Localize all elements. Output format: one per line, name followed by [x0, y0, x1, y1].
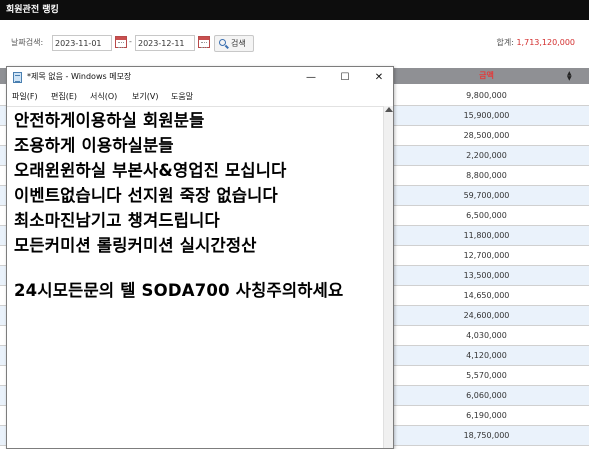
notepad-title: *제목 없음 - Windows 메모장	[27, 72, 132, 81]
search-button[interactable]: 검색	[214, 35, 254, 52]
amount-cell: 12,700,000	[463, 251, 510, 260]
amount-cell: 13,500,000	[463, 271, 510, 280]
amount-cell: 2,200,000	[466, 151, 507, 160]
filter-bar: 날짜검색: 2023-11-01 - 2023-12-11 검색 합계: 1,7…	[0, 20, 589, 68]
date-separator: -	[129, 37, 132, 46]
amount-cell: 15,900,000	[463, 111, 510, 120]
date-search-label: 날짜검색:	[11, 38, 44, 47]
search-icon	[219, 39, 226, 46]
amount-cell: 6,190,000	[466, 411, 507, 420]
maximize-button[interactable]: ☐	[329, 67, 361, 88]
end-date-input[interactable]: 2023-12-11	[135, 35, 195, 51]
amount-cell: 59,700,000	[463, 191, 510, 200]
text-line: 모든커미션 롤링커미션 실시간정산	[14, 236, 257, 255]
menu-file[interactable]: 파일(F)	[12, 91, 38, 102]
calendar-icon[interactable]	[198, 36, 210, 48]
text-line: 오래윈윈하실 부본사&영업진 모십니다	[14, 161, 287, 180]
amount-cell: 11,800,000	[463, 231, 510, 240]
amount-cell: 28,500,000	[463, 131, 510, 140]
notepad-scrollbar[interactable]	[383, 106, 393, 448]
start-date-input[interactable]: 2023-11-01	[52, 35, 112, 51]
amount-cell: 8,800,000	[466, 171, 507, 180]
sort-icon[interactable]: ▲ ▼	[567, 71, 572, 82]
amount-column-header[interactable]: 금액	[395, 68, 578, 84]
amount-cell: 14,650,000	[463, 291, 510, 300]
amount-cell: 4,120,000	[466, 351, 507, 360]
search-button-label: 검색	[231, 39, 246, 48]
total-label: 합계:	[496, 38, 514, 47]
total-summary: 합계: 1,713,120,000	[497, 37, 576, 48]
menu-help[interactable]: 도움말	[171, 91, 193, 102]
close-button[interactable]: ✕	[363, 67, 395, 88]
text-line: 안전하게이용하실 회원분들	[14, 111, 205, 130]
text-line: 조용하게 이용하실분들	[14, 136, 174, 155]
amount-cell: 6,500,000	[466, 211, 507, 220]
amount-cell: 4,030,000	[466, 331, 507, 340]
menu-format[interactable]: 서식(O)	[90, 91, 117, 102]
notepad-window[interactable]: *제목 없음 - Windows 메모장 — ☐ ✕ 파일(F) 편집(E) 서…	[6, 66, 394, 449]
amount-cell: 5,570,000	[466, 371, 507, 380]
amount-cell: 18,750,000	[463, 431, 510, 440]
text-line: 24시모든문의 텔 SODA700 사칭주의하세요	[14, 281, 344, 300]
notepad-app-icon	[13, 72, 22, 83]
text-line: 이벤트없습니다 선지원 죽장 없습니다	[14, 186, 278, 205]
amount-cell: 24,600,000	[463, 311, 510, 320]
scroll-up-icon[interactable]	[385, 107, 393, 112]
menu-edit[interactable]: 편집(E)	[51, 91, 77, 102]
notepad-titlebar[interactable]: *제목 없음 - Windows 메모장 — ☐ ✕	[7, 67, 393, 88]
notepad-menubar: 파일(F) 편집(E) 서식(O) 보기(V) 도움말	[7, 88, 393, 106]
text-line: 최소마진남기고 챙겨드립니다	[14, 211, 220, 230]
amount-cell: 9,800,000	[466, 91, 507, 100]
calendar-icon[interactable]	[115, 36, 127, 48]
menu-view[interactable]: 보기(V)	[132, 91, 158, 102]
minimize-button[interactable]: —	[295, 67, 327, 88]
amount-cell: 6,060,000	[466, 391, 507, 400]
total-value: 1,713,120,000	[516, 38, 575, 47]
page-title: 회원관전 랭킹	[0, 0, 589, 20]
notepad-text-area[interactable]: 안전하게이용하실 회원분들 조용하게 이용하실분들 오래윈윈하실 부본사&영업진…	[7, 106, 383, 448]
